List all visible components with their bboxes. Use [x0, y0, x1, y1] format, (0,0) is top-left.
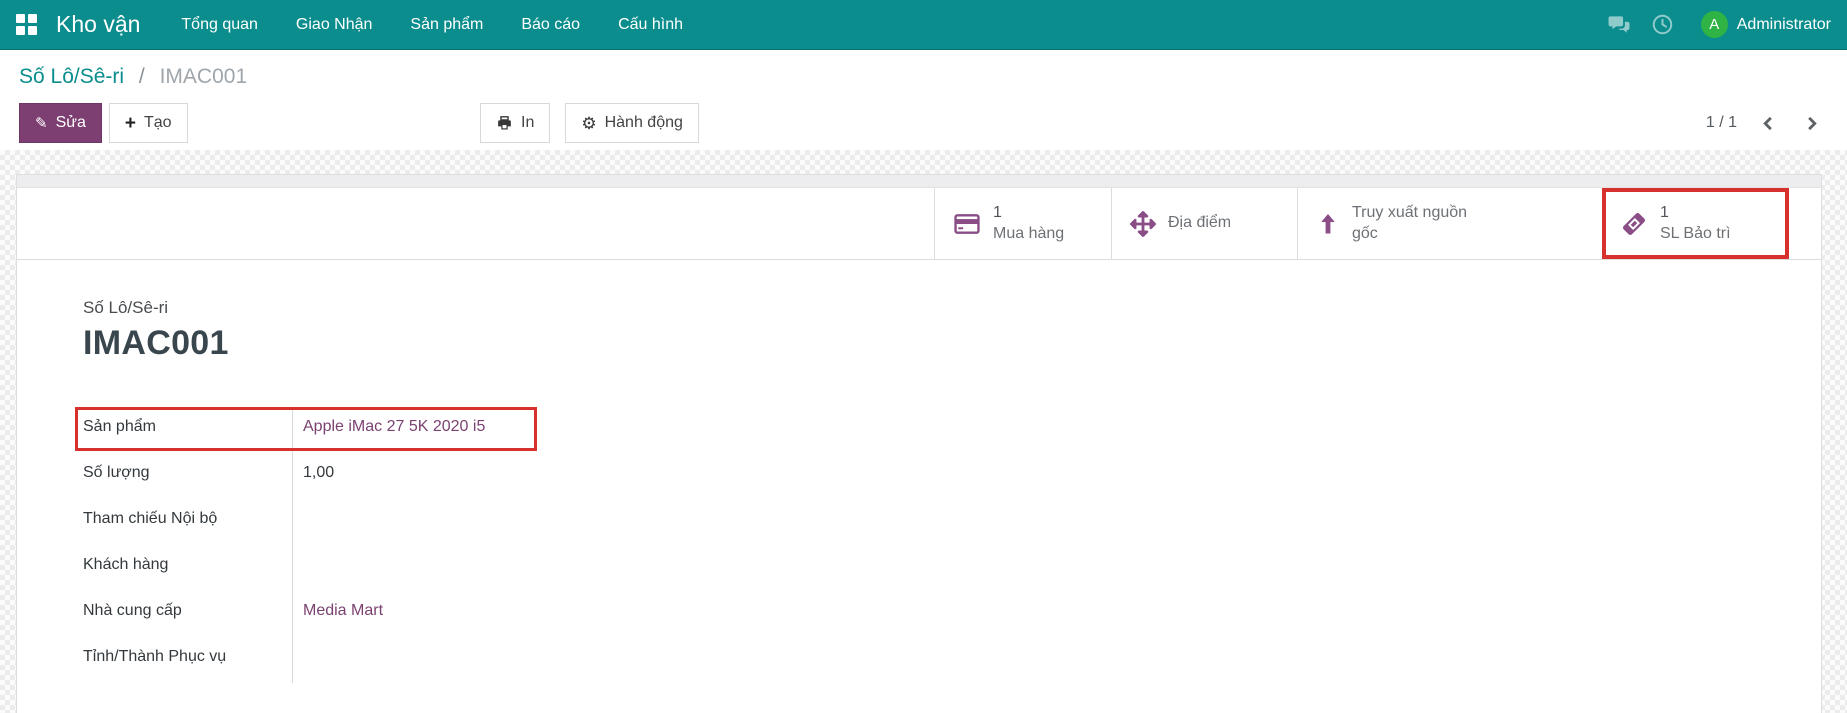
field-row-customer: Khách hàng — [83, 545, 903, 591]
stat-label: Mua hàng — [993, 224, 1064, 245]
breadcrumb-parent-link[interactable]: Số Lô/Sê-ri — [19, 65, 124, 88]
field-label: Sản phẩm — [83, 407, 293, 453]
edit-button[interactable]: ✎ Sửa — [19, 103, 102, 143]
field-row-quantity: Số lượng 1,00 — [83, 453, 903, 499]
action-button[interactable]: ⚙ Hành động — [565, 103, 699, 143]
field-row-product: Sản phẩm Apple iMac 27 5K 2020 i5 — [83, 407, 903, 453]
stat-button-box: 1 Mua hàng Địa điểm — [17, 188, 1821, 260]
credit-card-icon — [953, 212, 981, 236]
plus-icon: + — [125, 114, 136, 133]
stat-button-text: 1 SL Bảo trì — [1660, 203, 1731, 245]
edit-button-label: Sửa — [56, 114, 86, 132]
stat-value: 1 — [993, 203, 1064, 224]
field-label: Tham chiếu Nội bộ — [83, 499, 293, 545]
pager: 1 / 1 — [1706, 103, 1819, 143]
user-avatar[interactable]: A — [1701, 11, 1728, 38]
print-button[interactable]: In — [480, 103, 550, 143]
printer-icon — [496, 115, 513, 132]
print-button-label: In — [521, 114, 534, 132]
field-value — [293, 499, 303, 545]
stat-value: 1 — [1660, 203, 1731, 224]
vendor-link[interactable]: Media Mart — [293, 591, 383, 637]
stat-label: SL Bảo trì — [1660, 224, 1731, 245]
stat-button-locations[interactable]: Địa điểm — [1111, 188, 1297, 259]
field-label: Số lượng — [83, 453, 293, 499]
pager-controls — [1761, 115, 1819, 132]
create-button-label: Tạo — [144, 114, 172, 132]
gear-icon: ⚙ — [581, 115, 596, 132]
menu-item-bao-cao[interactable]: Báo cáo — [502, 0, 599, 50]
app-name[interactable]: Kho vận — [56, 11, 140, 38]
toolbar-mid-group: In ⚙ Hành động — [480, 103, 699, 143]
menu-item-san-pham[interactable]: Sản phẩm — [391, 0, 502, 50]
menu-item-tong-quan[interactable]: Tổng quan — [162, 0, 277, 50]
breadcrumb-separator: / — [139, 65, 145, 88]
stat-label: Truy xuất nguồn gốc — [1352, 203, 1482, 245]
field-label: Nhà cung cấp — [83, 591, 293, 637]
stat-button-traceability[interactable]: Truy xuất nguồn gốc — [1297, 188, 1602, 259]
action-button-label: Hành động — [605, 114, 683, 132]
field-label: Tỉnh/Thành Phục vụ — [83, 637, 293, 683]
main-menu: Tổng quan Giao Nhận Sản phẩm Báo cáo Cấu… — [162, 0, 702, 50]
sheet-top-strip — [17, 175, 1821, 188]
annotation-box-maintenance: 1 SL Bảo trì — [1602, 188, 1789, 259]
record-name-label: Số Lô/Sê-ri — [83, 298, 1821, 318]
arrow-up-icon — [1316, 211, 1340, 237]
field-row-vendor: Nhà cung cấp Media Mart — [83, 591, 903, 637]
field-value: 1,00 — [293, 453, 334, 499]
stat-button-purchases[interactable]: 1 Mua hàng — [934, 188, 1111, 259]
user-name[interactable]: Administrator — [1737, 16, 1831, 34]
toolbar: ✎ Sửa + Tạo In ⚙ Hành động — [19, 103, 1847, 143]
ticket-icon — [1620, 210, 1648, 238]
menu-item-giao-nhan[interactable]: Giao Nhận — [277, 0, 392, 50]
apps-grid-icon[interactable] — [16, 14, 37, 35]
create-button[interactable]: + Tạo — [109, 103, 188, 143]
product-link[interactable]: Apple iMac 27 5K 2020 i5 — [293, 407, 485, 453]
menu-item-cau-hinh[interactable]: Cấu hình — [599, 0, 702, 50]
stat-label: Địa điểm — [1168, 213, 1231, 234]
stat-button-text: Địa điểm — [1168, 213, 1231, 234]
breadcrumb: Số Lô/Sê-ri / IMAC001 — [19, 63, 1847, 91]
chevron-right-icon[interactable] — [1804, 115, 1819, 132]
control-panel: Số Lô/Sê-ri / IMAC001 ✎ Sửa + Tạo In — [0, 50, 1847, 150]
field-value — [293, 637, 303, 683]
stat-button-text: Truy xuất nguồn gốc — [1352, 203, 1482, 245]
stat-button-text: 1 Mua hàng — [993, 203, 1064, 245]
chat-bubbles-icon[interactable] — [1597, 15, 1641, 35]
form-sheet: 1 Mua hàng Địa điểm — [16, 174, 1822, 713]
navbar-right: A Administrator — [1597, 11, 1831, 38]
field-row-internal-reference: Tham chiếu Nội bộ — [83, 499, 903, 545]
field-group: Sản phẩm Apple iMac 27 5K 2020 i5 Số lượ… — [83, 407, 903, 683]
field-value — [293, 545, 303, 591]
chevron-left-icon[interactable] — [1761, 115, 1776, 132]
content-area: 1 Mua hàng Địa điểm — [0, 150, 1847, 713]
pager-count: 1 / 1 — [1706, 114, 1737, 132]
move-arrows-icon — [1130, 211, 1156, 237]
clock-icon[interactable] — [1641, 14, 1685, 35]
record-title: IMAC001 — [83, 324, 1821, 363]
breadcrumb-current: IMAC001 — [160, 65, 248, 88]
field-label: Khách hàng — [83, 545, 293, 591]
field-row-province: Tỉnh/Thành Phục vụ — [83, 637, 903, 683]
pencil-icon: ✎ — [35, 116, 48, 131]
stat-button-maintenance[interactable]: 1 SL Bảo trì — [1606, 192, 1785, 255]
form-body: Số Lô/Sê-ri IMAC001 Sản phẩm Apple iMac … — [17, 260, 1821, 683]
top-navbar: Kho vận Tổng quan Giao Nhận Sản phẩm Báo… — [0, 0, 1847, 50]
